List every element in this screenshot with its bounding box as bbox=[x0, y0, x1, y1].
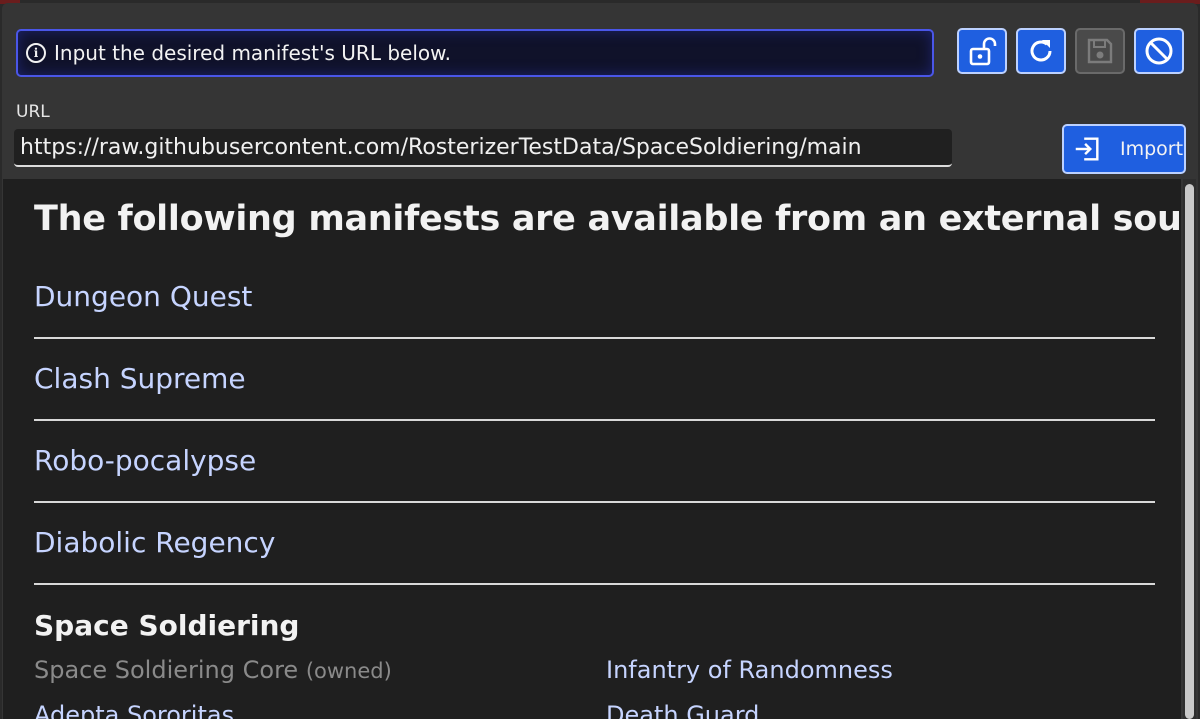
import-button[interactable]: Import bbox=[1062, 124, 1186, 174]
import-label: Import bbox=[1120, 138, 1184, 160]
refresh-button[interactable] bbox=[1016, 28, 1066, 74]
divider bbox=[34, 337, 1155, 339]
manifest-group-title: Space Soldiering bbox=[34, 609, 300, 642]
manifest-link[interactable]: Diabolic Regency bbox=[34, 526, 275, 559]
manifest-item-link[interactable]: Adepta Sororitas bbox=[34, 701, 234, 719]
import-icon bbox=[1075, 137, 1099, 161]
page-title: The following manifests are available fr… bbox=[34, 199, 1181, 239]
manifest-list: The following manifests are available fr… bbox=[3, 179, 1181, 719]
status-message: Input the desired manifest's URL below. bbox=[54, 41, 452, 65]
url-input[interactable]: https://raw.githubusercontent.com/Roster… bbox=[14, 129, 952, 167]
cancel-button[interactable] bbox=[1134, 28, 1184, 74]
manifest-item-link[interactable]: Infantry of Randomness bbox=[606, 656, 893, 684]
status-bar: i Input the desired manifest's URL below… bbox=[16, 29, 934, 77]
owned-tag: (owned) bbox=[305, 659, 392, 683]
url-label: URL bbox=[16, 102, 50, 122]
divider bbox=[34, 501, 1155, 503]
refresh-icon bbox=[1030, 40, 1052, 62]
save-icon bbox=[1087, 38, 1113, 64]
owned-manifest-item: Space Soldiering Core (owned) bbox=[34, 656, 392, 684]
manifest-link[interactable]: Dungeon Quest bbox=[34, 280, 252, 313]
prohibit-icon bbox=[1145, 37, 1173, 65]
divider bbox=[34, 583, 1155, 585]
scrollbar-thumb[interactable] bbox=[1185, 184, 1194, 719]
unlock-button[interactable] bbox=[957, 28, 1007, 74]
manifest-item-link[interactable]: Death Guard bbox=[606, 701, 759, 719]
manifest-link[interactable]: Clash Supreme bbox=[34, 362, 246, 395]
save-button[interactable] bbox=[1075, 28, 1125, 74]
info-icon: i bbox=[26, 43, 46, 63]
manifest-link[interactable]: Robo-pocalypse bbox=[34, 444, 256, 477]
manifest-item-label: Space Soldiering Core bbox=[34, 656, 299, 684]
divider bbox=[34, 419, 1155, 421]
unlock-icon bbox=[969, 37, 997, 66]
